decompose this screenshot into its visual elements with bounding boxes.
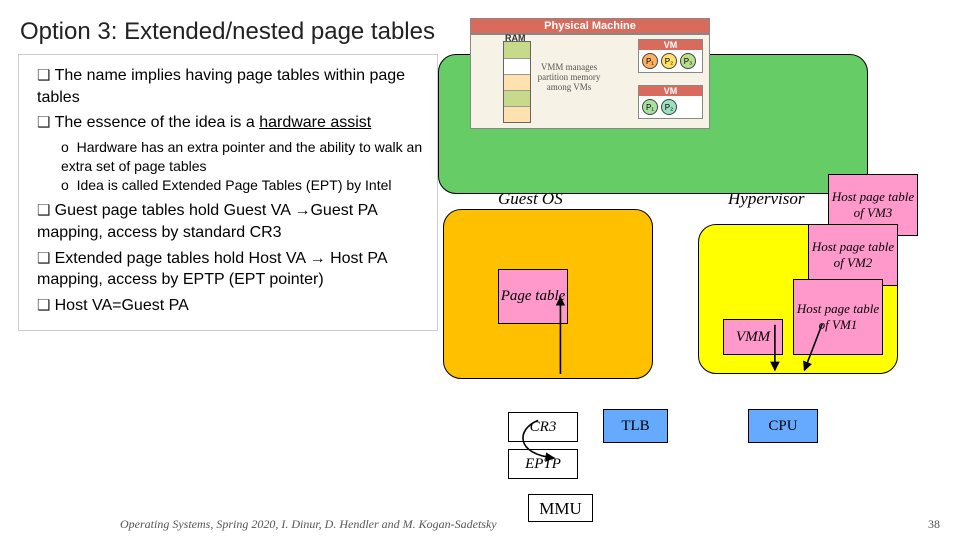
host-pt1-box: Host page table of VM1 [793,279,883,355]
vm-card-1: VM P₁P₂P₃ [638,39,703,73]
sub-bullet-2: Idea is called Extended Page Tables (EPT… [61,176,423,195]
bullet-1: The name implies having page tables with… [37,65,423,108]
tlb-box: TLB [603,409,668,443]
vm-card-2: VM P₁P₂ [638,85,703,119]
footer-text: Operating Systems, Spring 2020, I. Dinur… [120,517,497,532]
cr3-box: CR3 [508,412,578,442]
sub-bullet-1: Hardware has an extra pointer and the ab… [61,138,423,176]
physical-machine-inset: Physical Machine RAM VMM manages partiti… [470,18,710,133]
cpu-box: CPU [748,409,818,443]
hypervisor-label: Hypervisor [728,189,804,209]
page-number: 38 [928,517,940,532]
guest-os-label: Guest OS [498,189,563,209]
bullet-5: Host VA=Guest PA [37,295,423,317]
bullet-4: Extended page tables hold Host VA → Host… [37,248,423,291]
bullet-3: Guest page tables hold Guest VA →Guest P… [37,200,423,243]
bullet-2: The essence of the idea is a hardware as… [37,112,423,134]
vmm-box: VMM [723,319,783,355]
eptp-box: EPTP [508,449,578,479]
vmm-text: VMM manages partition memory among VMs [537,63,601,93]
pm-title: Physical Machine [470,18,710,34]
page-table-box: Page table [498,269,568,324]
footer: Operating Systems, Spring 2020, I. Dinur… [0,517,960,532]
host-pt2-box: Host page table of VM2 [808,224,898,286]
bullet-box: The name implies having page tables with… [18,54,438,331]
ram-column [503,41,531,123]
